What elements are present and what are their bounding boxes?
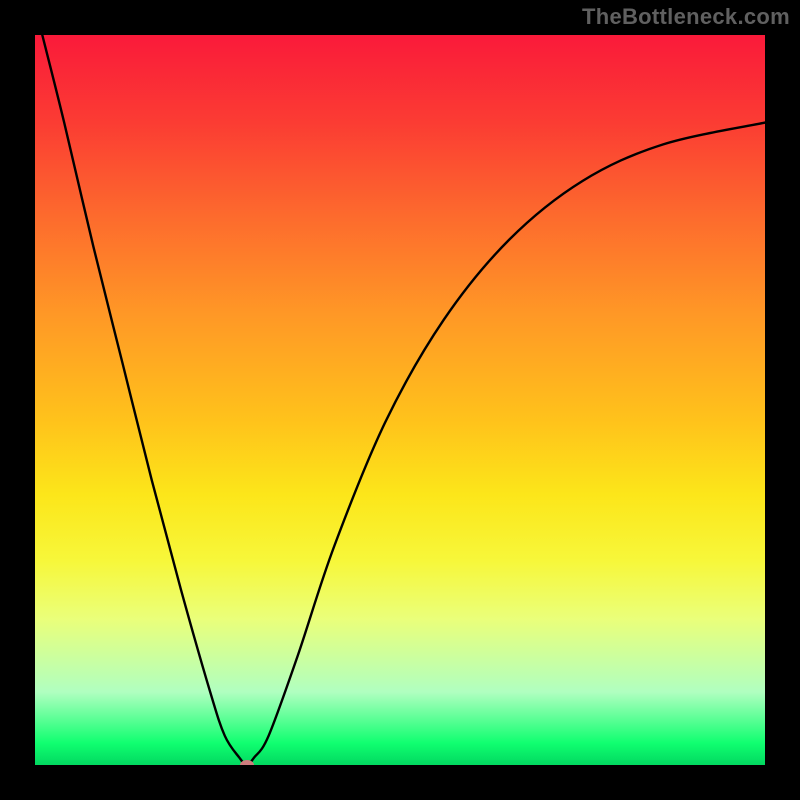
plot-area <box>35 35 765 765</box>
attribution-text: TheBottleneck.com <box>582 4 790 30</box>
bottleneck-curve <box>35 35 765 765</box>
optimal-point-marker <box>240 760 254 765</box>
chart-frame: TheBottleneck.com <box>0 0 800 800</box>
